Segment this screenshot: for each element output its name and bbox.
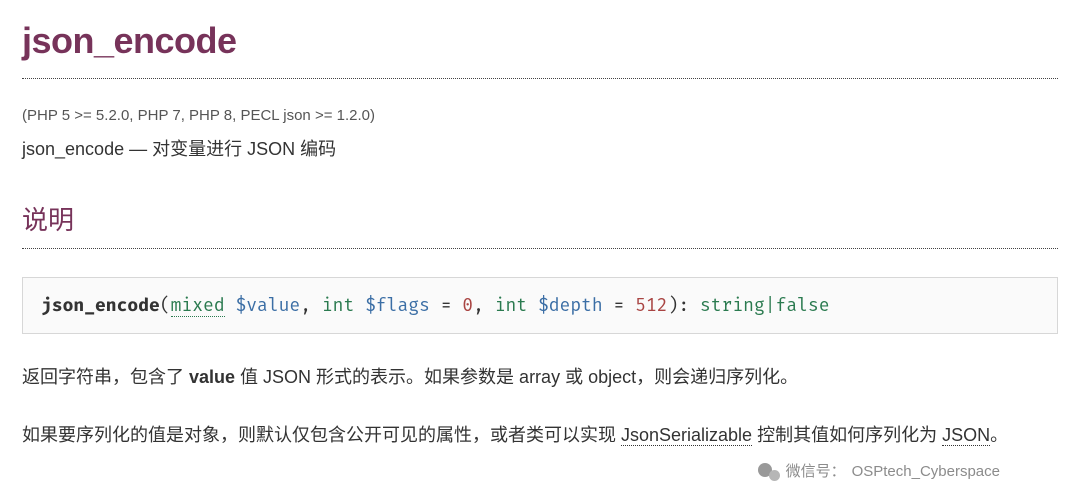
sig-comma-2: , [473,294,495,316]
sig-p3-default: 512 [635,294,667,316]
text: 控制其值如何序列化为 [752,425,942,445]
sig-return-type: string|false [700,294,830,316]
sig-comma-1: , [300,294,322,316]
sig-p1-type[interactable]: mixed [171,294,225,317]
text: 返回字符串，包含了 [22,367,189,387]
watermark-label: 微信号： [786,461,846,484]
sig-p3-type: int [495,294,527,316]
sig-p2-type: int [322,294,354,316]
summary-line: json_encode — 对变量进行 JSON 编码 [22,136,1058,163]
sig-p2-default: 0 [462,294,473,316]
sig-paren-close: ): [668,294,700,316]
description-paragraph-2: 如果要序列化的值是对象，则默认仅包含公开可见的属性，或者类可以实现 JsonSe… [22,420,1058,451]
param-value-keyword: value [189,367,235,387]
sig-paren-open: ( [160,294,171,316]
text: 如果要序列化的值是对象，则默认仅包含公开可见的属性，或者类可以实现 [22,425,621,445]
link-jsonserializable[interactable]: JsonSerializable [621,425,752,446]
sig-p2-var: $flags [365,294,430,316]
sig-p1-var: $value [235,294,300,316]
page-title: json_encode [22,0,1058,79]
text: 值 JSON 形式的表示。如果参数是 array 或 object，则会递归序列… [235,367,798,387]
link-json[interactable]: JSON [942,425,990,446]
version-info: (PHP 5 >= 5.2.0, PHP 7, PHP 8, PECL json… [22,105,1058,128]
function-signature: json_encode(mixed $value, int $flags = 0… [22,277,1058,334]
sig-function-name: json_encode [41,294,160,316]
watermark-handle: OSPtech_Cyberspace [852,461,1000,484]
wechat-watermark: 微信号： OSPtech_Cyberspace [758,461,1000,484]
description-paragraph-1: 返回字符串，包含了 value 值 JSON 形式的表示。如果参数是 array… [22,362,1058,393]
section-heading-description: 说明 [22,201,1058,249]
text: 。 [990,425,1008,445]
wechat-icon [758,461,780,483]
sig-p3-var: $depth [538,294,603,316]
